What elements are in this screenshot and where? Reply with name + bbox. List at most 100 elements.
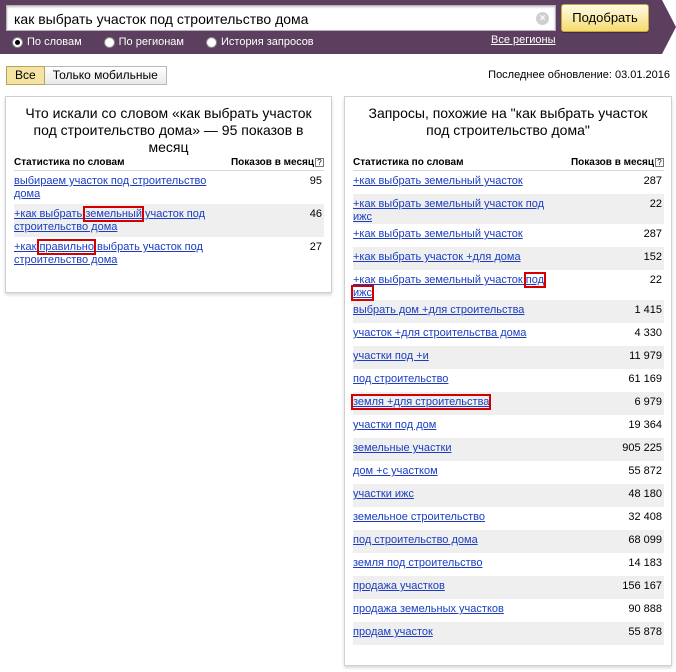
- query-text[interactable]: земля под строительство: [353, 557, 482, 569]
- search-input[interactable]: как выбрать участок под строительство до…: [6, 5, 556, 31]
- table-row: выбрать дом +для строительства 1 415: [353, 300, 664, 323]
- query-link[interactable]: +как правильно выбрать участок под строи…: [14, 239, 224, 267]
- query-link[interactable]: выбираем участок под строительство дома: [14, 175, 224, 201]
- impressions-count: 22: [649, 198, 662, 210]
- query-link[interactable]: +как выбрать земельный участок под ижс: [353, 198, 563, 224]
- query-text[interactable]: +как: [14, 241, 39, 253]
- query-text[interactable]: +как выбрать земельный участок: [353, 175, 523, 187]
- query-text[interactable]: участки ижс: [353, 488, 414, 500]
- impressions-count: 4 330: [634, 327, 662, 339]
- query-text[interactable]: +как выбрать земельный участок под ижс: [353, 198, 544, 223]
- word-stats-rows: выбираем участок под строительство дома 9…: [14, 171, 324, 270]
- column-count-label: Показов в месяц: [230, 157, 314, 168]
- query-text[interactable]: +как выбрать участок +для дома: [353, 251, 521, 263]
- search-button[interactable]: Подобрать: [561, 4, 649, 32]
- table-header: Статистика по словам Показов в месяц?: [14, 155, 324, 171]
- impressions-count: 55 872: [628, 465, 662, 477]
- query-text[interactable]: участки под дом: [353, 419, 436, 431]
- impressions-count: 90 888: [628, 603, 662, 615]
- column-count-label: Показов в месяц: [570, 157, 654, 168]
- similar-queries-panel: Запросы, похожие на "как выбрать участок…: [344, 96, 672, 666]
- query-text[interactable]: продажа земельных участков: [353, 603, 504, 615]
- table-row: +как выбрать земельный участок под ижс 22: [353, 194, 664, 224]
- word-stats-panel: Что искали со словом «как выбрать участо…: [5, 96, 332, 293]
- query-link[interactable]: земля под строительство: [353, 557, 482, 570]
- query-text[interactable]: под строительство дома: [353, 534, 478, 546]
- table-row: +как выбрать земельный участок 287: [353, 171, 664, 194]
- table-row: +как правильно выбрать участок под строи…: [14, 237, 324, 270]
- impressions-count: 11 979: [629, 350, 662, 362]
- impressions-count: 22: [649, 274, 662, 286]
- impressions-count: 95: [309, 175, 322, 187]
- query-link[interactable]: продажа участков: [353, 580, 445, 593]
- query-link[interactable]: земля +для строительства: [350, 394, 492, 410]
- highlighted-word[interactable]: правильно: [37, 239, 96, 255]
- query-text[interactable]: +как выбрать: [14, 208, 85, 220]
- highlighted-word[interactable]: земельный: [83, 206, 144, 222]
- tab-all[interactable]: Все: [6, 66, 45, 85]
- table-row: +как выбрать земельный участок под ижс 22: [350, 270, 664, 301]
- query-link[interactable]: продам участок: [353, 626, 433, 639]
- radio-query-history[interactable]: История запросов: [206, 36, 314, 48]
- query-link[interactable]: +как выбрать участок +для дома: [353, 251, 521, 264]
- query-link[interactable]: участок +для строительства дома: [353, 327, 526, 340]
- table-row: участки ижс 48 180: [353, 484, 664, 507]
- query-text[interactable]: участок +для строительства дома: [353, 327, 526, 339]
- help-icon[interactable]: ?: [315, 157, 324, 167]
- table-row: +как выбрать земельный участок под строи…: [14, 204, 324, 237]
- panel-title: Запросы, похожие на "как выбрать участок…: [368, 105, 648, 138]
- query-link[interactable]: участки ижс: [353, 488, 414, 501]
- query-text[interactable]: продажа участков: [353, 580, 445, 592]
- query-text[interactable]: продам участок: [353, 626, 433, 638]
- last-update-text: Последнее обновление: 03.01.2016: [488, 69, 670, 81]
- all-regions-link[interactable]: Все регионы: [491, 34, 556, 46]
- query-link[interactable]: продажа земельных участков: [353, 603, 504, 616]
- radio-by-regions[interactable]: По регионам: [103, 36, 184, 48]
- table-row: земля под строительство 14 183: [353, 553, 664, 576]
- impressions-count: 905 225: [622, 442, 662, 454]
- query-text[interactable]: дом +с участком: [353, 465, 438, 477]
- query-text[interactable]: участки под +и: [353, 350, 429, 362]
- table-row: выбираем участок под строительство дома 9…: [14, 171, 324, 204]
- impressions-count: 6 979: [634, 396, 662, 408]
- impressions-count: 32 408: [628, 511, 662, 523]
- table-row: +как выбрать земельный участок 287: [353, 224, 664, 247]
- impressions-count: 27: [309, 241, 322, 253]
- highlighted-word[interactable]: земля +для строительства: [350, 394, 492, 410]
- query-link[interactable]: земельное строительство: [353, 511, 485, 524]
- query-text[interactable]: под строительство: [353, 373, 448, 385]
- radio-unchecked-icon[interactable]: [103, 36, 115, 48]
- query-text[interactable]: выбираем участок под строительство дома: [14, 175, 206, 200]
- query-link[interactable]: +как выбрать земельный участок: [353, 175, 523, 188]
- query-link[interactable]: выбрать дом +для строительства: [353, 304, 524, 317]
- query-text[interactable]: выбрать дом +для строительства: [353, 304, 524, 316]
- radio-label: История запросов: [221, 36, 314, 48]
- query-link[interactable]: участки под дом: [353, 419, 436, 432]
- table-row: под строительство дома 68 099: [353, 530, 664, 553]
- search-input-value[interactable]: как выбрать участок под строительство до…: [14, 11, 308, 27]
- impressions-count: 14 183: [628, 557, 662, 569]
- query-link[interactable]: под строительство: [353, 373, 448, 386]
- query-link[interactable]: участки под +и: [353, 350, 429, 363]
- query-link[interactable]: +как выбрать земельный участок под строи…: [14, 206, 224, 234]
- query-link[interactable]: +как выбрать земельный участок под ижс: [350, 272, 563, 301]
- tab-mobile-only[interactable]: Только мобильные: [44, 66, 167, 85]
- query-link[interactable]: земельные участки: [353, 442, 452, 455]
- radio-checked-icon[interactable]: [12, 36, 23, 48]
- query-text[interactable]: земельное строительство: [353, 511, 485, 523]
- query-link[interactable]: +как выбрать земельный участок: [353, 228, 523, 241]
- impressions-count: 152: [643, 251, 662, 263]
- help-icon[interactable]: ?: [655, 157, 664, 167]
- radio-by-words[interactable]: По словам: [12, 36, 82, 48]
- search-header: как выбрать участок под строительство до…: [0, 0, 676, 54]
- radio-unchecked-icon[interactable]: [206, 36, 217, 48]
- query-text[interactable]: земельные участки: [353, 442, 452, 454]
- query-link[interactable]: под строительство дома: [353, 534, 478, 547]
- device-filter-tabs: Все Только мобильные: [6, 66, 167, 85]
- table-row: земля +для строительства 6 979: [350, 392, 664, 415]
- clear-icon[interactable]: ×: [536, 12, 549, 25]
- table-row: земельное строительство 32 408: [353, 507, 664, 530]
- query-link[interactable]: дом +с участком: [353, 465, 438, 478]
- query-text[interactable]: +как выбрать земельный участок: [353, 274, 526, 286]
- query-text[interactable]: +как выбрать земельный участок: [353, 228, 523, 240]
